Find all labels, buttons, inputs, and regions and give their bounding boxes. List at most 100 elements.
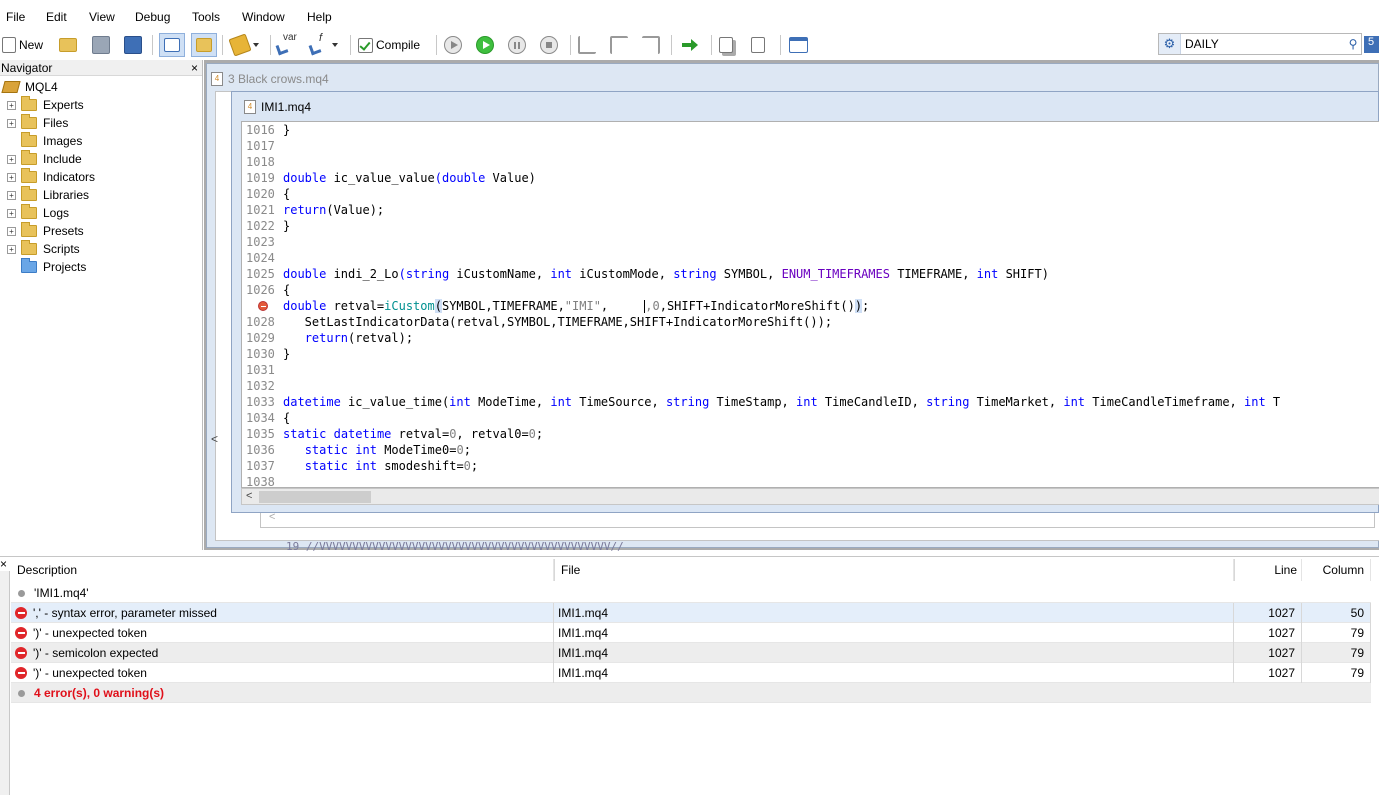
step-over-button[interactable]: [610, 33, 628, 57]
expand-icon[interactable]: +: [7, 244, 16, 254]
error-row[interactable]: ')' - semicolon expected IMI1.mq4 1027 79: [11, 643, 1371, 663]
navigator-root[interactable]: MQL4: [1, 78, 58, 96]
menu-window[interactable]: Window: [242, 10, 285, 24]
horizontal-scrollbar[interactable]: <: [241, 488, 1379, 505]
line-number: 1030: [246, 347, 275, 361]
insert-variable-icon: var: [275, 32, 297, 56]
error-line: 1027: [1234, 623, 1302, 643]
insert-function-icon: f: [308, 32, 328, 56]
navigator-toggle-button[interactable]: [159, 33, 185, 57]
copy-button[interactable]: [719, 33, 733, 57]
line-number: 1037: [246, 459, 275, 473]
search-icon[interactable]: ⚲: [1345, 37, 1361, 51]
save-all-button[interactable]: [124, 33, 142, 57]
navigator-item-label: Libraries: [43, 188, 90, 202]
editor-window-title: 4 IMI1.mq4: [244, 100, 311, 114]
navigator-item-images[interactable]: Images: [21, 132, 82, 150]
compile-button[interactable]: Compile: [358, 33, 420, 57]
new-button[interactable]: New: [2, 33, 43, 57]
start-debug-button[interactable]: [476, 33, 494, 57]
code-text: {: [283, 411, 291, 425]
find-button[interactable]: [751, 33, 765, 57]
navigator-item-presets[interactable]: + Presets: [7, 222, 84, 240]
menu-file[interactable]: File: [6, 10, 25, 24]
error-group-row[interactable]: 'IMI1.mq4': [11, 583, 1371, 603]
folder-icon: [21, 168, 37, 183]
line-number: 1020: [246, 187, 275, 201]
step-into-button[interactable]: [578, 33, 596, 57]
expand-icon[interactable]: +: [7, 172, 16, 182]
column-header-line[interactable]: Line: [1234, 559, 1302, 581]
insert-function-dropdown-button[interactable]: f: [308, 32, 338, 57]
expand-icon[interactable]: +: [7, 208, 16, 218]
start-on-history-button[interactable]: [444, 33, 462, 57]
error-description-text: ')' - semicolon expected: [33, 646, 159, 660]
error-row[interactable]: ',' - syntax error, parameter missed IMI1…: [11, 603, 1371, 623]
error-icon: [15, 647, 27, 659]
stop-button[interactable]: [540, 33, 558, 57]
pause-button[interactable]: [508, 33, 526, 57]
error-marker-icon: [258, 301, 268, 311]
error-summary: 4 error(s), 0 warning(s): [11, 683, 1371, 703]
navigator-item-experts[interactable]: + Experts: [7, 96, 84, 114]
right-edge-badge[interactable]: 5: [1364, 36, 1379, 53]
scroll-left-arrow[interactable]: <: [246, 490, 252, 502]
toolbar-separator: [270, 35, 271, 55]
navigator-item-label: Presets: [43, 224, 84, 238]
navigator-item-projects[interactable]: Projects: [21, 258, 86, 276]
background-window-title: 4 3 Black crows.mq4: [211, 72, 329, 86]
go-to-button[interactable]: [680, 33, 698, 57]
menu-help[interactable]: Help: [307, 10, 332, 24]
navigator-item-indicators[interactable]: + Indicators: [7, 168, 95, 186]
chevron-down-icon: [332, 43, 338, 47]
navigator-item-libraries[interactable]: + Libraries: [7, 186, 89, 204]
line-number: 1025: [246, 267, 275, 281]
open-button[interactable]: [59, 33, 77, 57]
step-out-button[interactable]: [642, 33, 660, 57]
code-editor[interactable]: 1016} 1017 1018 1019 double ic_value_value(d…: [241, 121, 1379, 488]
expand-icon[interactable]: +: [7, 100, 16, 110]
close-icon[interactable]: ×: [0, 557, 7, 571]
expand-icon[interactable]: +: [7, 226, 16, 236]
search-input[interactable]: DAILY: [1185, 37, 1345, 51]
scroll-left-arrow[interactable]: <: [211, 432, 225, 446]
line-number: 1031: [246, 363, 275, 377]
navigator-panel: Navigator × MQL4 + Experts + Files Images …: [0, 60, 203, 550]
navigator-item-include[interactable]: + Include: [7, 150, 82, 168]
mq4-file-icon: 4: [211, 72, 223, 86]
error-summary-row[interactable]: 4 error(s), 0 warning(s): [11, 683, 1371, 703]
error-row[interactable]: ')' - unexpected token IMI1.mq4 1027 79: [11, 663, 1371, 683]
expand-icon[interactable]: +: [7, 118, 16, 128]
line-number: 1022: [246, 219, 275, 233]
gear-icon[interactable]: ⚙: [1159, 34, 1181, 54]
column-header-description[interactable]: Description: [11, 559, 554, 581]
menu-debug[interactable]: Debug: [135, 10, 170, 24]
line-number: 1033: [246, 395, 275, 409]
search-box[interactable]: ⚙ DAILY ⚲: [1158, 33, 1362, 55]
column-header-file[interactable]: File: [554, 559, 1234, 581]
styler-dropdown-button[interactable]: [228, 33, 259, 57]
terminal-button[interactable]: [789, 33, 808, 57]
line-number: 1023: [246, 235, 275, 249]
save-button[interactable]: [92, 33, 110, 57]
navigator-item-scripts[interactable]: + Scripts: [7, 240, 80, 258]
editor-window[interactable]: 4 IMI1.mq4 1016} 1017 1018 1019 double ic_va…: [231, 91, 1379, 513]
error-row[interactable]: ')' - unexpected token IMI1.mq4 1027 79: [11, 623, 1371, 643]
step-out-icon: [642, 36, 660, 54]
insert-variable-button[interactable]: var: [275, 32, 297, 57]
navigator-header: Navigator ×: [0, 60, 202, 76]
column-header-column[interactable]: Column: [1302, 559, 1371, 581]
code-text: double ic_value_value(double Value): [283, 171, 536, 185]
navigator-item-logs[interactable]: + Logs: [7, 204, 69, 222]
scrollbar-thumb[interactable]: [259, 491, 371, 503]
close-icon[interactable]: ×: [191, 61, 198, 75]
expand-icon[interactable]: +: [7, 190, 16, 200]
expand-icon[interactable]: +: [7, 154, 16, 164]
navigator-item-label: Experts: [43, 98, 84, 112]
menu-view[interactable]: View: [89, 10, 115, 24]
menu-tools[interactable]: Tools: [192, 10, 220, 24]
error-column-text: 79: [1350, 646, 1364, 660]
menu-edit[interactable]: Edit: [46, 10, 67, 24]
navigator-item-files[interactable]: + Files: [7, 114, 68, 132]
toolbox-toggle-button[interactable]: [191, 33, 217, 57]
